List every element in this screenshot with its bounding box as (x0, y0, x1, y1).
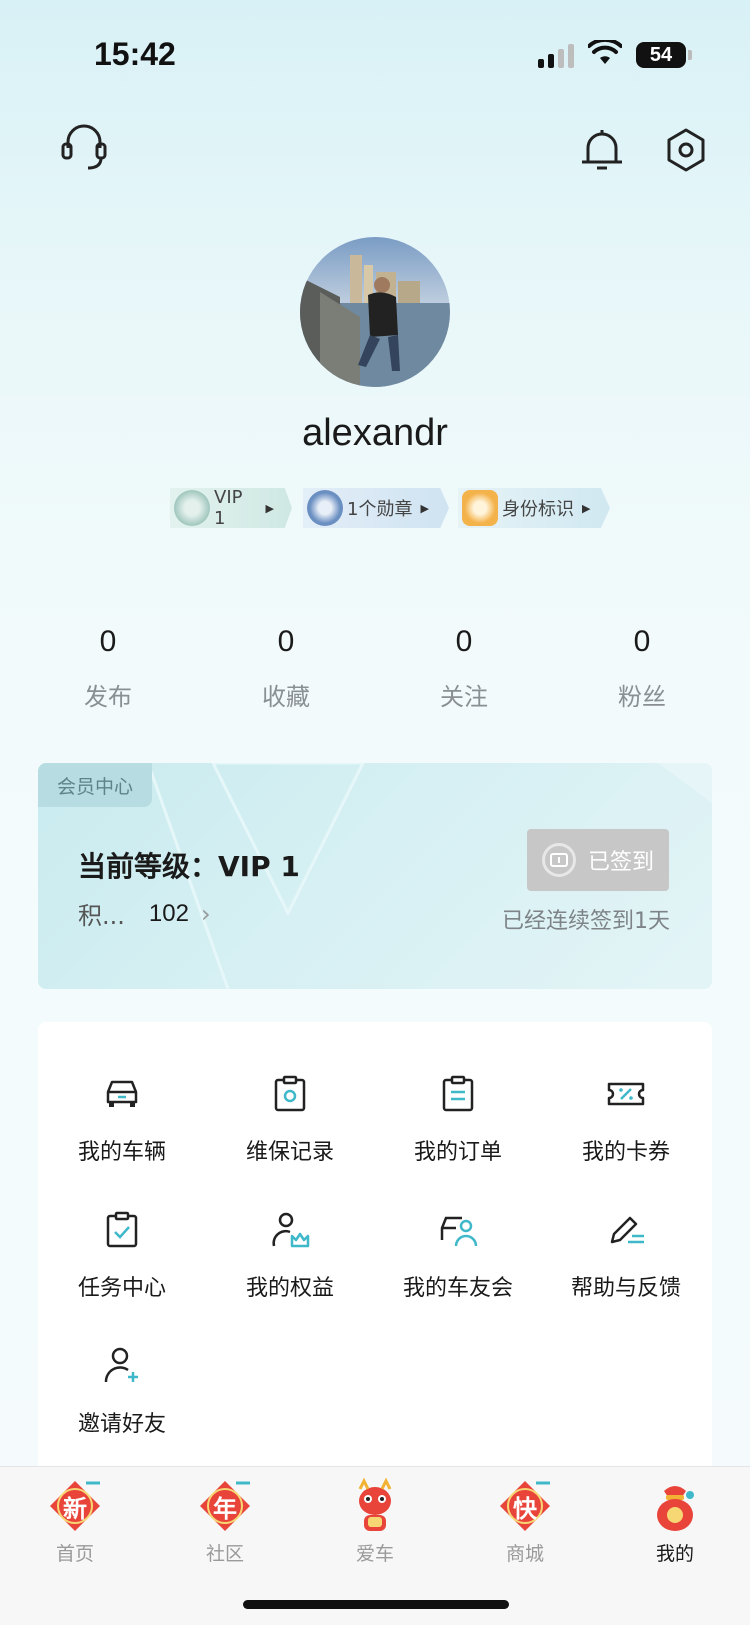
profile-badges: VIP 1 ▶ 1个勋章 ▶ 身份标识 ▶ (0, 488, 750, 530)
coupon-icon (607, 1082, 645, 1106)
caret-right-icon: ▶ (582, 501, 591, 515)
menu-item-maintenance-record[interactable]: 维保记录 (206, 1072, 374, 1182)
menu-label: 我的权益 (245, 1276, 334, 1301)
caret-right-icon: ▶ (265, 501, 274, 515)
battery-cap (688, 50, 692, 60)
car-icon (106, 1080, 138, 1107)
stat-following[interactable]: 0 关注 (404, 625, 524, 712)
tab-label: 首页 (55, 1543, 94, 1565)
chevron-right-icon: › (200, 899, 211, 928)
stat-value: 0 (455, 625, 473, 658)
medal-icon (307, 490, 343, 526)
tab-label: 我的 (655, 1543, 694, 1565)
car-club-icon (440, 1216, 478, 1247)
lucky-bag-icon (646, 1477, 704, 1535)
vip-level-label: VIP 1 (214, 487, 243, 529)
stat-label: 发布 (84, 683, 132, 711)
menu-item-help-feedback[interactable]: 帮助与反馈 (542, 1208, 710, 1318)
menu-item-car-club[interactable]: 我的车友会 (374, 1208, 542, 1318)
mall-glyph: 快 (513, 1495, 537, 1523)
tab-my-car[interactable]: 爱车 (320, 1477, 430, 1566)
menu-label: 维保记录 (245, 1140, 334, 1165)
signin-streak: 已经连续签到1天 (502, 909, 670, 934)
menu-label: 任务中心 (77, 1276, 166, 1301)
maintenance-record-icon (274, 1075, 306, 1112)
tab-label: 商城 (505, 1543, 544, 1565)
menu-grid: 我的车辆 维保记录 我的订单 我的卡券 任务中心 我的权益 我的车友会 帮助与反… (38, 1022, 712, 1472)
battery-icon: 54 (636, 42, 686, 68)
tab-home[interactable]: 新 首页 (20, 1477, 130, 1566)
points-label: 积... (78, 902, 125, 930)
member-center-tag: 会员中心 (38, 763, 152, 807)
signin-icon (541, 843, 576, 877)
signin-label: 已签到 (587, 850, 654, 875)
community-glyph: 年 (213, 1495, 237, 1523)
dragon-icon (346, 1477, 404, 1535)
home-indicator[interactable] (243, 1600, 509, 1609)
stat-label: 粉丝 (618, 683, 666, 711)
stat-value: 0 (277, 625, 295, 658)
cellular-signal-icon (538, 44, 574, 68)
menu-label: 我的车友会 (402, 1276, 513, 1301)
tab-label: 社区 (205, 1543, 244, 1565)
identity-label: 身份标识 (502, 499, 574, 520)
avatar-photo (300, 237, 450, 387)
points-value: 102 (148, 899, 189, 927)
medal-badge[interactable]: 1个勋章 ▶ (303, 488, 449, 528)
stat-favorites[interactable]: 0 收藏 (226, 625, 346, 712)
settings-gear-icon[interactable] (660, 124, 712, 176)
stat-posts[interactable]: 0 发布 (48, 625, 168, 712)
tab-mall[interactable]: 快 商城 (470, 1477, 580, 1566)
menu-label: 我的订单 (413, 1140, 502, 1165)
notification-bell-icon[interactable] (576, 124, 628, 176)
tab-mine[interactable]: 我的 (620, 1477, 730, 1566)
stat-followers[interactable]: 0 粉丝 (582, 625, 702, 712)
current-level: 当前等级：VIP 1 (78, 850, 300, 883)
identity-badge[interactable]: 身份标识 ▶ (458, 488, 610, 528)
customer-service-icon[interactable] (58, 122, 110, 174)
community-icon: 年 (196, 1477, 254, 1535)
mall-icon: 快 (496, 1477, 554, 1535)
feedback-icon (610, 1216, 644, 1244)
menu-item-my-benefits[interactable]: 我的权益 (206, 1208, 374, 1318)
medal-label: 1个勋章 (347, 499, 413, 520)
menu-label: 帮助与反馈 (570, 1276, 681, 1301)
stat-value: 0 (633, 625, 651, 658)
menu-item-my-orders[interactable]: 我的订单 (374, 1072, 542, 1182)
status-bar: 15:42 54 (0, 0, 750, 110)
identity-icon (462, 490, 498, 526)
wifi-icon (588, 40, 622, 64)
points-row[interactable]: 积... 102 › (78, 896, 211, 931)
vip-level-icon (174, 490, 210, 526)
signin-button[interactable]: 已签到 (527, 829, 669, 891)
avatar[interactable] (300, 237, 450, 387)
tab-community[interactable]: 年 社区 (170, 1477, 280, 1566)
menu-item-invite-friend[interactable]: 邀请好友 (38, 1344, 206, 1454)
benefits-icon (272, 1212, 310, 1248)
member-center-card[interactable]: 会员中心 当前等级：VIP 1 积... 102 › 已签到 已经连续签到1天 (38, 763, 712, 989)
home-icon: 新 (46, 1477, 104, 1535)
menu-label: 我的卡券 (581, 1140, 670, 1165)
home-glyph: 新 (63, 1495, 87, 1523)
task-icon (106, 1211, 138, 1248)
status-time: 15:42 (94, 36, 176, 72)
menu-label: 我的车辆 (77, 1140, 166, 1165)
caret-right-icon: ▶ (420, 501, 429, 515)
stat-label: 收藏 (262, 683, 310, 711)
menu-item-my-coupons[interactable]: 我的卡券 (542, 1072, 710, 1182)
menu-item-task-center[interactable]: 任务中心 (38, 1208, 206, 1318)
vip-level-badge[interactable]: VIP 1 ▶ (170, 488, 292, 528)
invite-friend-icon (104, 1347, 138, 1383)
stat-label: 关注 (440, 683, 488, 711)
menu-item-my-vehicle[interactable]: 我的车辆 (38, 1072, 206, 1182)
order-icon (442, 1075, 474, 1112)
tab-label: 爱车 (355, 1543, 394, 1565)
stat-value: 0 (99, 625, 117, 658)
username: alexandr (302, 412, 448, 454)
menu-label: 邀请好友 (77, 1412, 166, 1437)
